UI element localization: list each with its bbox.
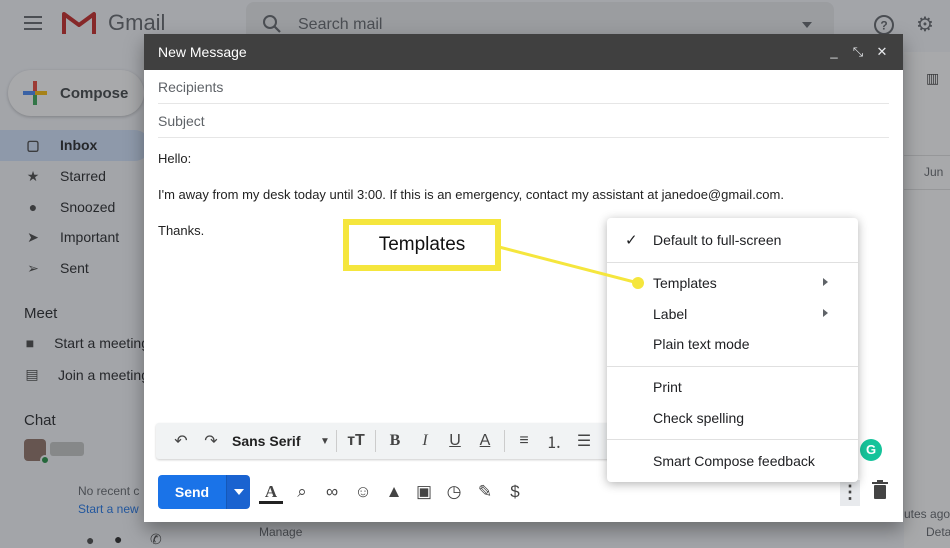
body-line[interactable]: Hello: <box>158 151 191 166</box>
send-group: Send <box>158 475 250 509</box>
menu-item-print[interactable]: Print <box>607 372 858 402</box>
numbered-list-icon[interactable]: ⒈ <box>539 429 569 453</box>
menu-item-plain-text-mode[interactable]: Plain text mode <box>607 329 858 359</box>
font-size-icon[interactable]: тT <box>341 432 371 450</box>
checkmark-icon: ✓ <box>625 232 638 249</box>
recipients-field[interactable]: Recipients <box>158 70 889 104</box>
align-icon[interactable]: ≡ <box>509 432 539 450</box>
insert-link-icon[interactable]: ∞ <box>320 480 344 504</box>
menu-item-label: Plain text mode <box>653 336 750 352</box>
formatting-toolbar: ↶ ↷ Sans Serif ▼ тT B I U A ≡ ⒈ ☰ <box>156 423 626 459</box>
schedule-send-dropdown[interactable] <box>226 475 250 509</box>
body-line[interactable]: Thanks. <box>158 223 204 238</box>
menu-item-label: Templates <box>653 275 717 291</box>
menu-item-templates[interactable]: Templates <box>607 268 858 298</box>
expand-icon[interactable]: ⤡ <box>851 44 865 60</box>
toolbar-divider <box>504 430 505 452</box>
menu-item-check-spelling[interactable]: Check spelling <box>607 403 858 433</box>
menu-item-label: Print <box>653 379 682 395</box>
close-icon[interactable]: ✕ <box>875 44 889 60</box>
templates-callout: Templates <box>343 219 501 271</box>
redo-icon[interactable]: ↷ <box>196 431 226 451</box>
discard-draft-icon[interactable] <box>870 480 890 504</box>
insert-photo-icon[interactable]: ▣ <box>412 480 436 504</box>
menu-divider <box>607 366 858 367</box>
bulleted-list-icon[interactable]: ☰ <box>569 431 599 451</box>
confidential-mode-icon[interactable]: ◷ <box>442 480 466 504</box>
toolbar-divider <box>336 430 337 452</box>
more-options-icon[interactable]: ⋮ <box>840 480 860 506</box>
signature-icon[interactable]: ✎ <box>473 480 497 504</box>
submenu-arrow-icon <box>823 309 828 317</box>
font-dropdown-icon[interactable]: ▼ <box>318 436 332 447</box>
undo-icon[interactable]: ↶ <box>166 431 196 451</box>
subject-field[interactable]: Subject <box>158 104 889 138</box>
menu-item-label-submenu[interactable]: Label <box>607 299 858 329</box>
menu-item-label: Check spelling <box>653 410 745 426</box>
menu-item-smart-compose-feedback[interactable]: Smart Compose feedback <box>607 446 858 476</box>
body-line[interactable]: I'm away from my desk today until 3:00. … <box>158 187 784 202</box>
menu-divider <box>607 439 858 440</box>
font-select[interactable]: Sans Serif <box>226 433 318 449</box>
menu-item-label: Label <box>653 306 688 322</box>
more-options-menu: ✓ Default to full-screen Templates Label… <box>607 218 858 482</box>
dollar-icon[interactable]: $ <box>503 480 527 504</box>
italic-icon[interactable]: I <box>410 432 440 450</box>
menu-divider <box>607 262 858 263</box>
formatting-options-icon[interactable]: A <box>259 480 283 504</box>
compose-title: New Message <box>158 44 247 60</box>
google-drive-icon[interactable]: ▲ <box>382 480 406 504</box>
emoji-icon[interactable]: ☺ <box>351 480 375 504</box>
menu-item-label: Smart Compose feedback <box>653 453 815 469</box>
minimize-icon[interactable]: _ <box>827 44 841 60</box>
underline-icon[interactable]: U <box>440 432 470 450</box>
text-color-icon[interactable]: A <box>470 432 500 450</box>
attach-file-icon[interactable]: ⌕ <box>290 480 314 504</box>
menu-item-label: Default to full-screen <box>653 232 782 248</box>
submenu-arrow-icon <box>823 278 828 286</box>
grammarly-icon[interactable]: G <box>860 439 882 461</box>
toolbar-divider <box>375 430 376 452</box>
bold-icon[interactable]: B <box>380 432 410 450</box>
send-button[interactable]: Send <box>158 475 226 509</box>
menu-item-default-full-screen[interactable]: ✓ Default to full-screen <box>607 225 858 255</box>
compose-header[interactable]: New Message _ ⤡ ✕ <box>144 34 903 70</box>
